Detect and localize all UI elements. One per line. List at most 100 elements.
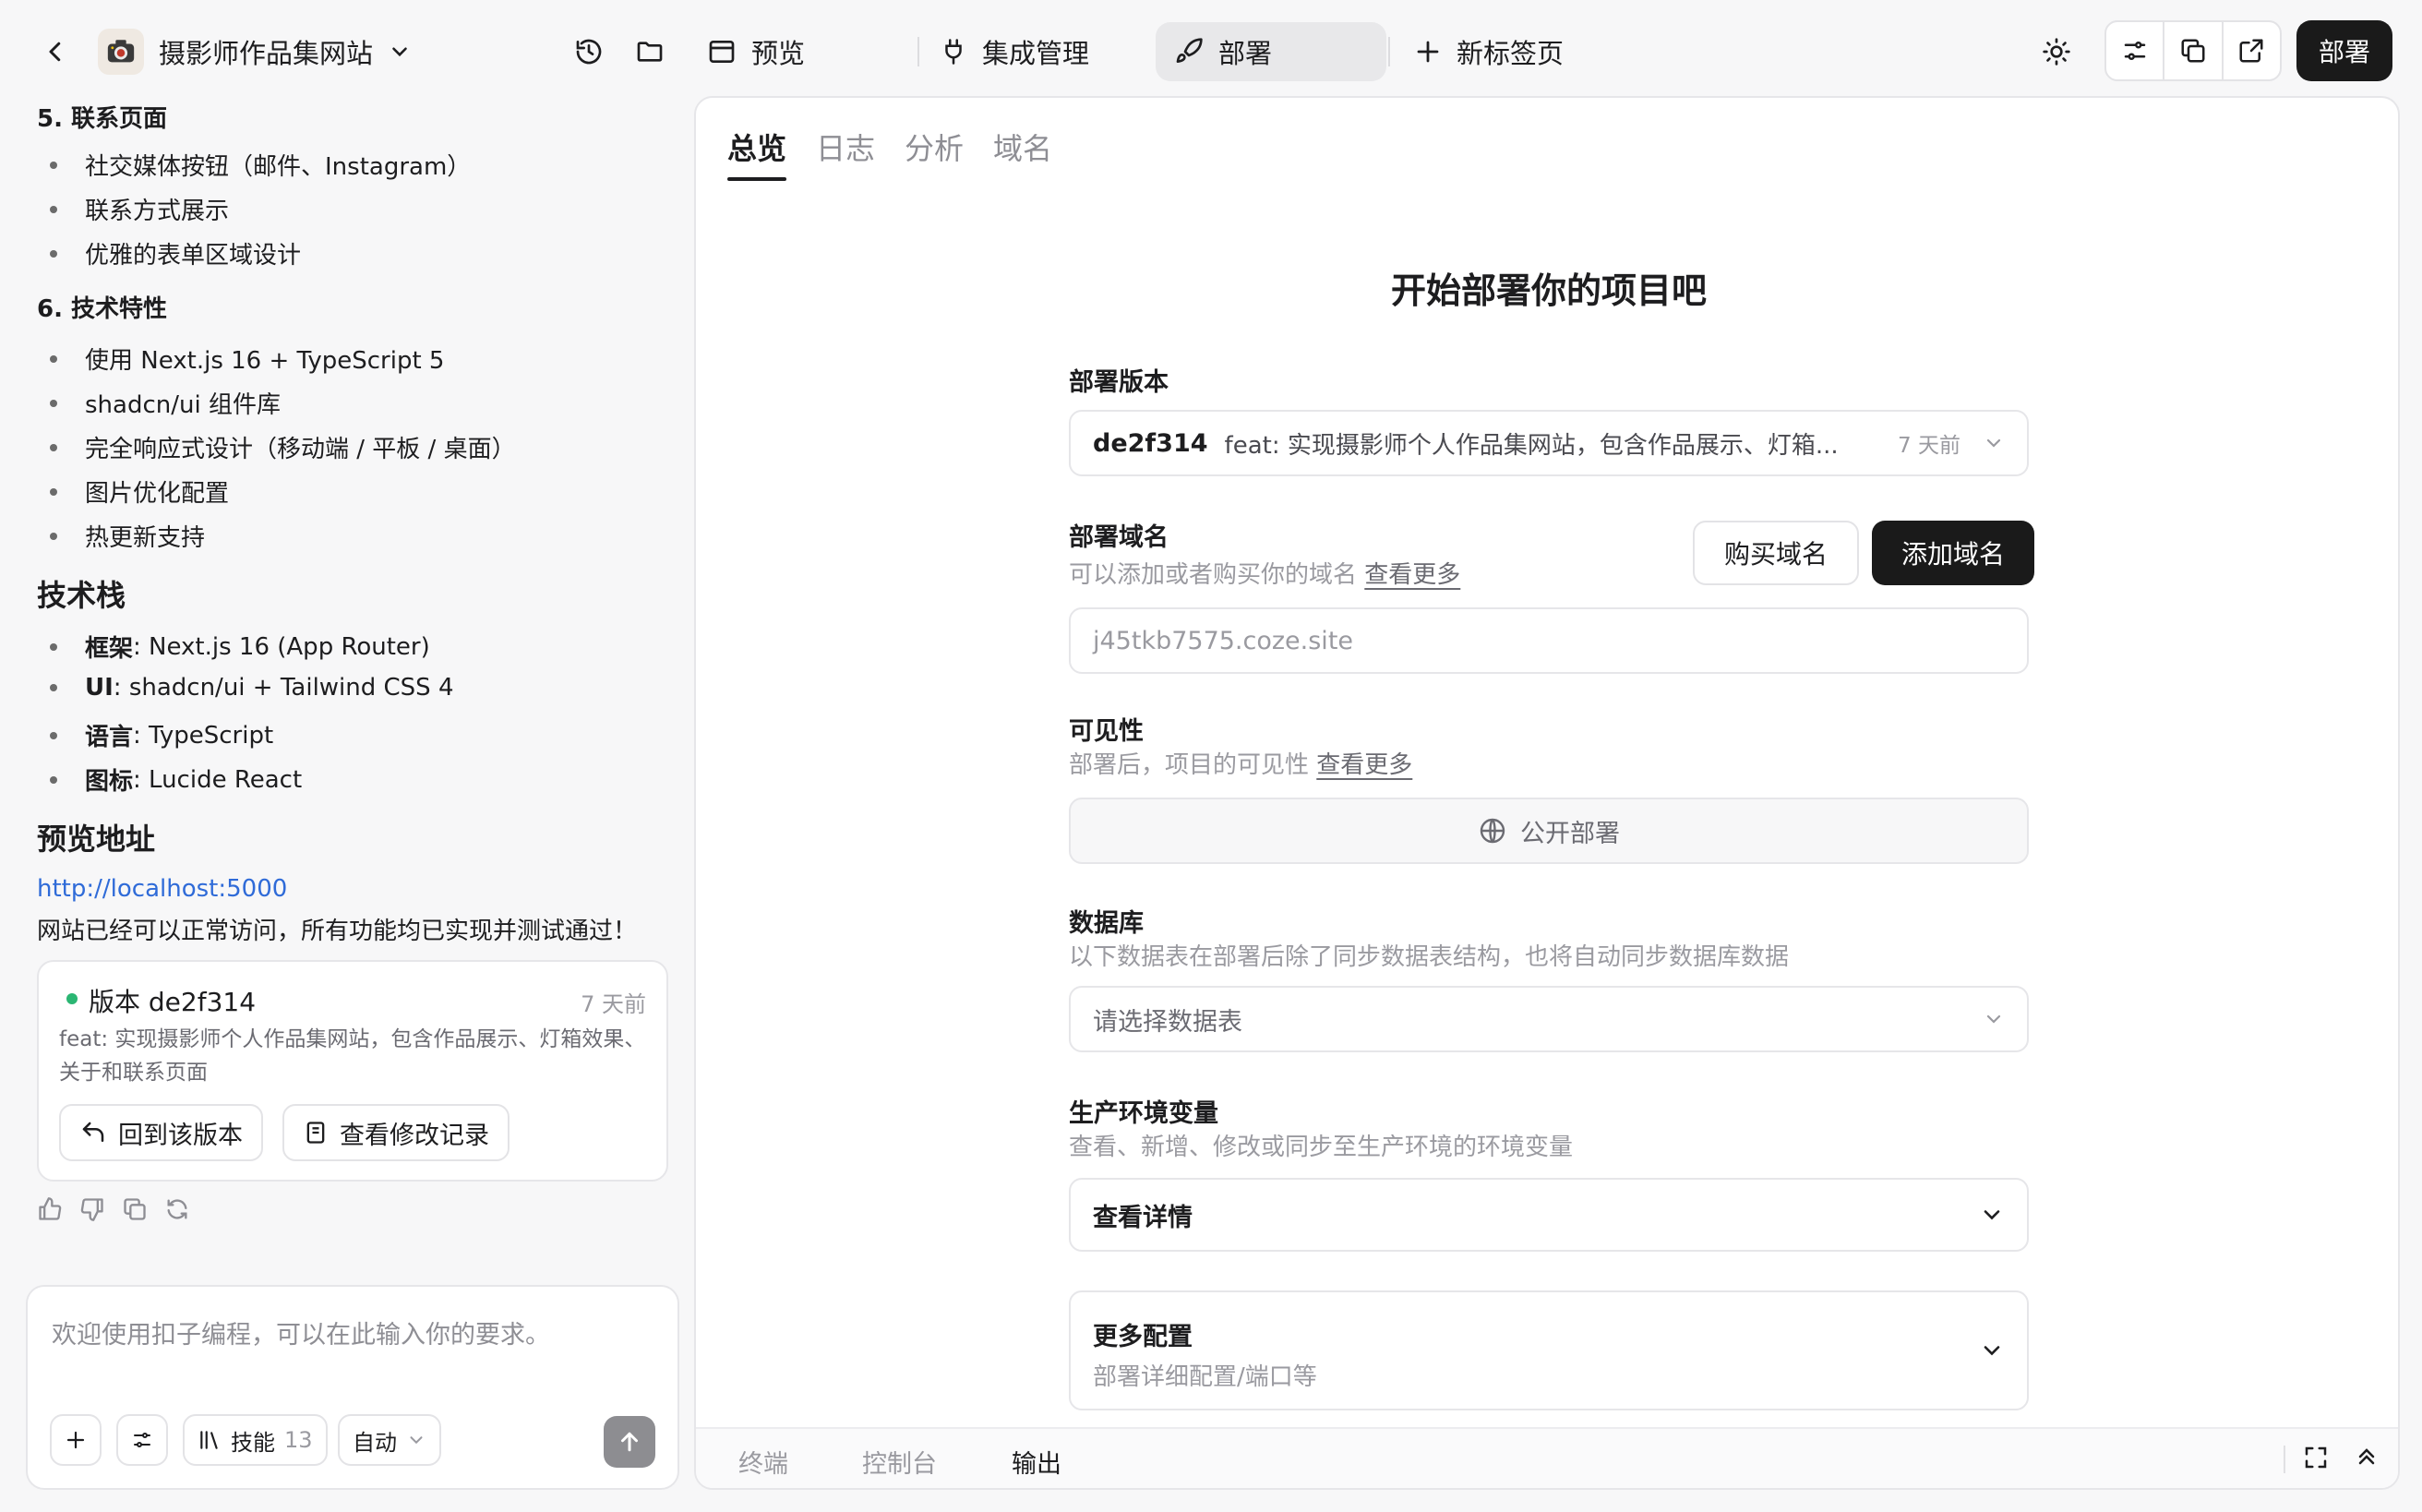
divider	[917, 37, 919, 66]
env-vars-expander[interactable]: 查看详情	[1069, 1178, 2029, 1252]
list-item: 图片优化配置	[50, 474, 229, 509]
undo-arrow-icon	[82, 1122, 104, 1142]
status-dot	[66, 993, 78, 1004]
divider	[1388, 37, 1390, 66]
document-icon	[306, 1122, 325, 1144]
thumbs-up-icon[interactable]	[37, 1196, 63, 1222]
env-vars-label: 生产环境变量	[1069, 1099, 1218, 1128]
skills-button[interactable]: 技能 13	[183, 1414, 328, 1466]
plus-icon	[1417, 41, 1439, 63]
new-tab-button[interactable]: 新标签页	[1414, 22, 1564, 81]
divider	[2284, 1446, 2285, 1473]
back-icon[interactable]	[26, 22, 85, 81]
plug-icon	[945, 39, 962, 65]
preview-note: 网站已经可以正常访问，所有功能均已实现并测试通过！	[37, 918, 638, 945]
history-icon[interactable]	[559, 22, 618, 81]
chevron-down-icon	[1984, 1346, 2000, 1356]
fullscreen-icon[interactable]	[2302, 1444, 2330, 1471]
list-item: shadcn/ui 组件库	[50, 386, 281, 420]
chevron-down-icon	[410, 1436, 423, 1445]
version-title: 版本 de2f314	[89, 987, 257, 1017]
more-config-expander[interactable]: 更多配置 部署详细配置/端口等	[1069, 1290, 2029, 1410]
learn-more-link[interactable]: 查看更多	[1316, 751, 1412, 779]
list-item: 热更新支持	[50, 519, 205, 553]
domain-field[interactable]: j45tkb7575.coze.site	[1069, 607, 2029, 674]
settings-sliders-icon	[134, 1433, 150, 1447]
send-button[interactable]	[604, 1416, 655, 1468]
copy-icon[interactable]	[2164, 22, 2224, 79]
stack-heading: 技术栈	[37, 578, 126, 613]
list-item: 联系方式展示	[50, 192, 229, 226]
copy-icon[interactable]	[122, 1196, 148, 1222]
add-domain-button[interactable]: 添加域名	[1872, 521, 2034, 585]
tab-preview[interactable]: 预览	[707, 22, 805, 81]
collapse-up-icon[interactable]	[2354, 1444, 2380, 1470]
tab-terminal[interactable]: 终端	[738, 1444, 788, 1480]
library-icon	[200, 1431, 218, 1449]
version-card: 版本 de2f314 7 天前 feat: 实现摄影师个人作品集网站，包含作品展…	[37, 960, 668, 1182]
view-changes-button[interactable]: 查看修改记录	[282, 1104, 510, 1161]
list-item: 图标: Lucide React	[50, 762, 302, 797]
page-title: 开始部署你的项目吧	[1390, 270, 1707, 311]
chevron-down-icon	[392, 47, 407, 57]
learn-more-link[interactable]: 查看更多	[1364, 561, 1460, 589]
list-item: UI: shadcn/ui + Tailwind CSS 4	[50, 674, 454, 702]
theme-toggle-sun-icon[interactable]	[2027, 22, 2086, 81]
folder-icon[interactable]	[620, 22, 679, 81]
plus-icon	[66, 1431, 85, 1449]
globe-icon	[1480, 818, 1505, 844]
section-heading: 6. 技术特性	[37, 295, 168, 323]
version-select[interactable]: de2f314 feat: 实现摄影师个人作品集网站，包含作品展示、灯箱... …	[1069, 410, 2029, 476]
version-description: feat: 实现摄影师个人作品集网站，包含作品展示、灯箱效果、关于和联系页面	[59, 1027, 646, 1085]
tab-domains[interactable]: 域名	[993, 126, 1052, 168]
tab-console[interactable]: 控制台	[862, 1444, 937, 1480]
database-hint: 以下数据表在部署后除了同步数据表结构，也将自动同步数据库数据	[1069, 943, 1790, 971]
chat-input[interactable]: 欢迎使用扣子编程，可以在此输入你的要求。	[52, 1314, 550, 1350]
regenerate-icon[interactable]	[164, 1196, 190, 1222]
chat-input-box: 欢迎使用扣子编程，可以在此输入你的要求。 技能 13 自动	[26, 1285, 679, 1490]
env-vars-hint: 查看、新增、修改或同步至生产环境的环境变量	[1069, 1134, 1574, 1161]
list-item: 社交媒体按钮（邮件、Instagram）	[50, 148, 471, 182]
settings-sliders-icon[interactable]	[2106, 22, 2165, 79]
toolbar-button-group	[2104, 20, 2282, 81]
tab-overview[interactable]: 总览	[727, 126, 786, 168]
preview-heading: 预览地址	[37, 822, 156, 857]
database-select[interactable]: 请选择数据表	[1069, 986, 2029, 1052]
list-item: 完全响应式设计（移动端 / 平板 / 桌面）	[50, 430, 516, 464]
revert-version-button[interactable]: 回到该版本	[59, 1104, 263, 1161]
visibility-label: 可见性	[1069, 717, 1144, 746]
mode-select[interactable]: 自动	[338, 1414, 441, 1466]
version-label: 部署版本	[1069, 368, 1169, 397]
list-item: 优雅的表单区域设计	[50, 236, 301, 270]
tab-logs[interactable]: 日志	[816, 126, 875, 168]
external-link-icon[interactable]	[2224, 22, 2280, 79]
visibility-hint: 部署后，项目的可见性 查看更多	[1069, 751, 1413, 779]
project-name: 摄影师作品集网站	[159, 38, 374, 69]
top-bar: 摄影师作品集网站 预览 集成管理 部署 新标签页 部署	[0, 0, 2422, 100]
visibility-select[interactable]: 公开部署	[1069, 798, 2029, 864]
tab-analytics[interactable]: 分析	[905, 126, 964, 168]
rocket-icon	[1176, 38, 1203, 63]
thumbs-down-icon[interactable]	[79, 1196, 105, 1222]
bottom-panel-bar: 终端 控制台 输出	[696, 1427, 2398, 1488]
input-settings-button[interactable]	[116, 1414, 168, 1466]
active-tab-indicator	[727, 177, 786, 181]
project-logo-icon	[98, 29, 144, 75]
project-switcher[interactable]: 摄影师作品集网站	[98, 22, 412, 81]
tab-output[interactable]: 输出	[1012, 1444, 1061, 1480]
domain-hint: 可以添加或者购买你的域名 查看更多	[1069, 561, 1461, 589]
browser-window-icon	[709, 41, 735, 63]
add-attachment-button[interactable]	[50, 1414, 102, 1466]
chevron-down-icon	[1986, 1014, 2001, 1024]
list-item: 使用 Next.js 16 + TypeScript 5	[50, 342, 444, 376]
tab-integration[interactable]: 集成管理	[940, 22, 1089, 81]
chevron-down-icon	[1984, 1210, 2000, 1220]
section-heading: 5. 联系页面	[37, 105, 168, 133]
domain-label: 部署域名	[1069, 523, 1169, 552]
deploy-button[interactable]: 部署	[2296, 20, 2392, 81]
preview-link[interactable]: http://localhost:5000	[37, 875, 287, 903]
arrow-up-icon	[621, 1432, 638, 1452]
buy-domain-button[interactable]: 购买域名	[1693, 521, 1859, 585]
deploy-panel: 总览 日志 分析 域名 开始部署你的项目吧 部署版本 de2f314 feat:…	[694, 96, 2400, 1490]
tab-deploy[interactable]: 部署	[1156, 22, 1386, 81]
